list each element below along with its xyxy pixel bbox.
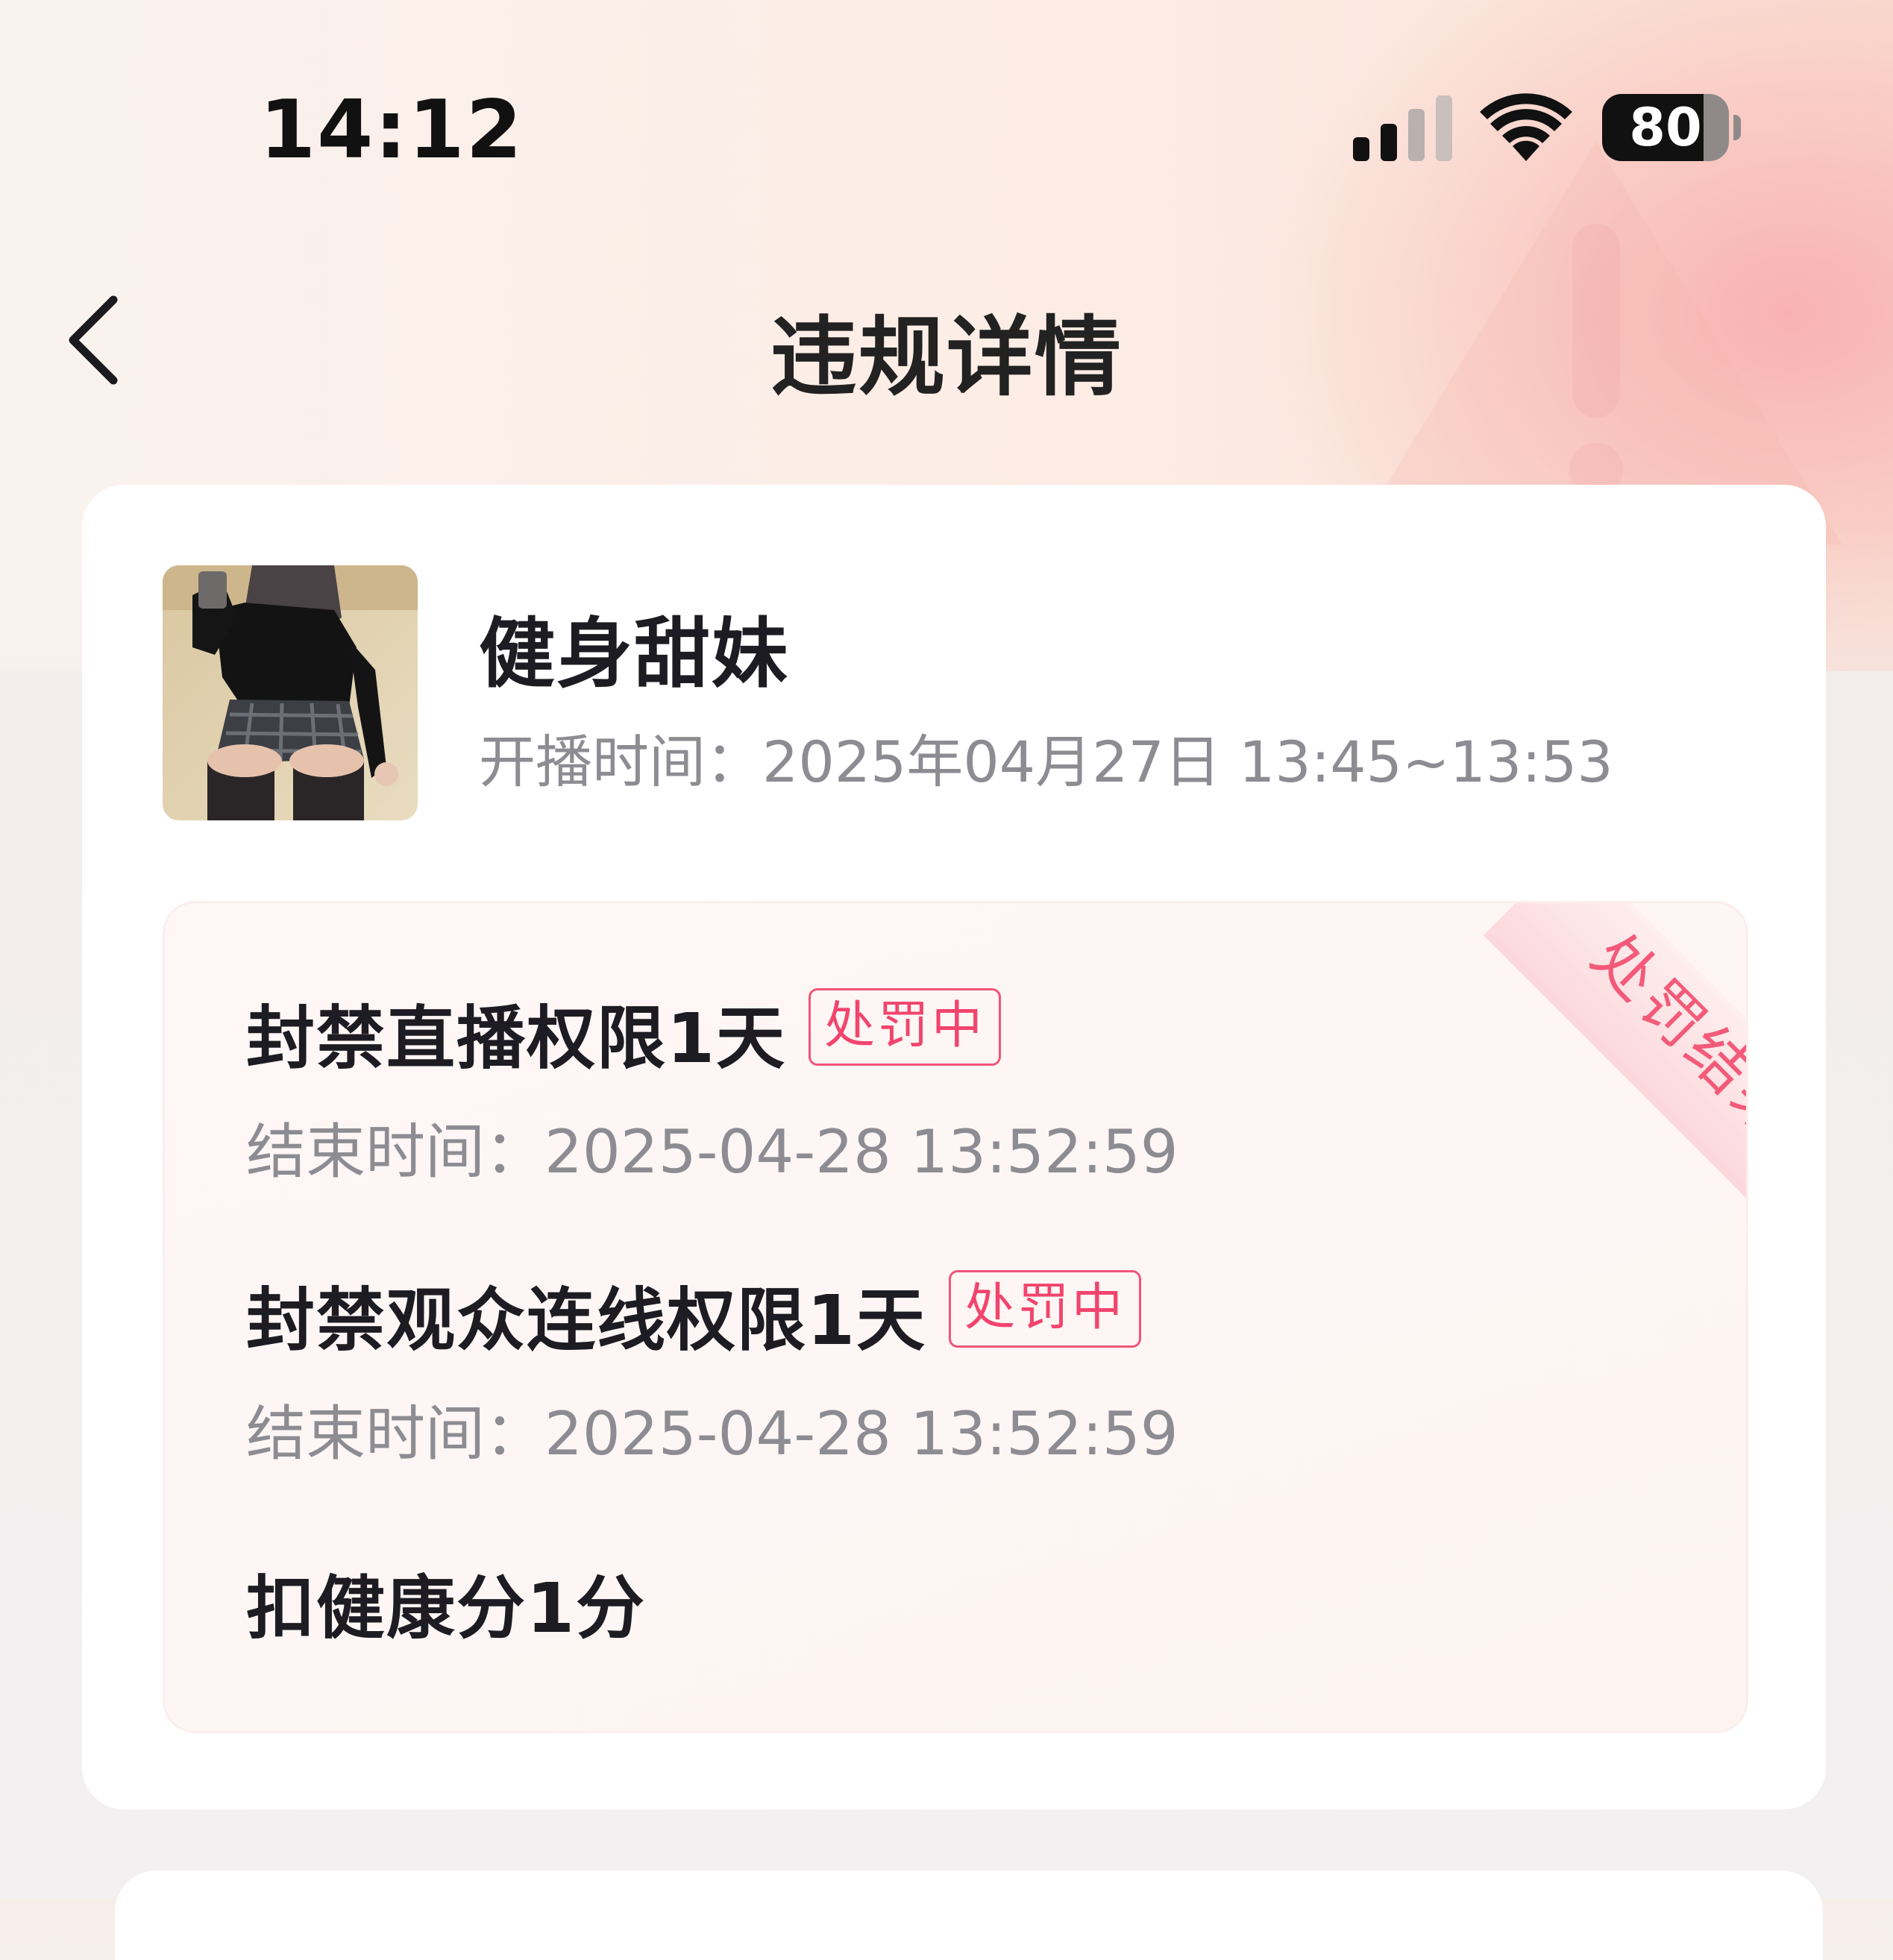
penalty-end-time: 结束时间：2025-04-28 13:52:59	[246, 1386, 1178, 1472]
battery-level: 80	[1629, 97, 1702, 158]
end-time-value: 2025-04-28 13:52:59	[544, 1399, 1178, 1469]
status-badge: 处罚中	[949, 1269, 1142, 1348]
end-time-label: 结束时间：	[246, 1399, 544, 1469]
end-time-value: 2025-04-28 13:52:59	[544, 1117, 1178, 1187]
stream-time-value: 2025年04月27日 13:45~13:53	[762, 729, 1613, 795]
penalty-title: 封禁观众连线权限1天	[246, 1281, 927, 1360]
cellular-signal-icon	[1353, 95, 1452, 161]
streamer-avatar[interactable]	[163, 565, 418, 820]
penalty-title: 封禁直播权限1天	[246, 999, 787, 1078]
penalty-item: 扣健康分1分	[246, 1553, 646, 1652]
stream-time: 开播时间：2025年04月27日 13:45~13:53	[479, 716, 1613, 798]
stream-time-label: 开播时间：	[479, 729, 762, 795]
streamer-name: 健身甜妹	[479, 610, 789, 699]
penalty-item: 封禁直播权限1天 处罚中	[246, 983, 1002, 1082]
penalty-title: 扣健康分1分	[246, 1568, 647, 1648]
penalty-result-ribbon: 处罚结果	[1433, 903, 1746, 1216]
next-card	[115, 1871, 1823, 1960]
status-badge: 处罚中	[809, 987, 1002, 1066]
avatar-photo	[163, 565, 418, 820]
battery-indicator: 80	[1602, 94, 1741, 161]
end-time-label: 结束时间：	[246, 1117, 544, 1187]
penalty-end-time: 结束时间：2025-04-28 13:52:59	[246, 1104, 1178, 1190]
penalty-item: 封禁观众连线权限1天 处罚中	[246, 1265, 1142, 1364]
wifi-icon	[1480, 93, 1572, 161]
status-time: 14:12	[260, 84, 524, 177]
page-title: 违规详情	[770, 307, 1123, 408]
